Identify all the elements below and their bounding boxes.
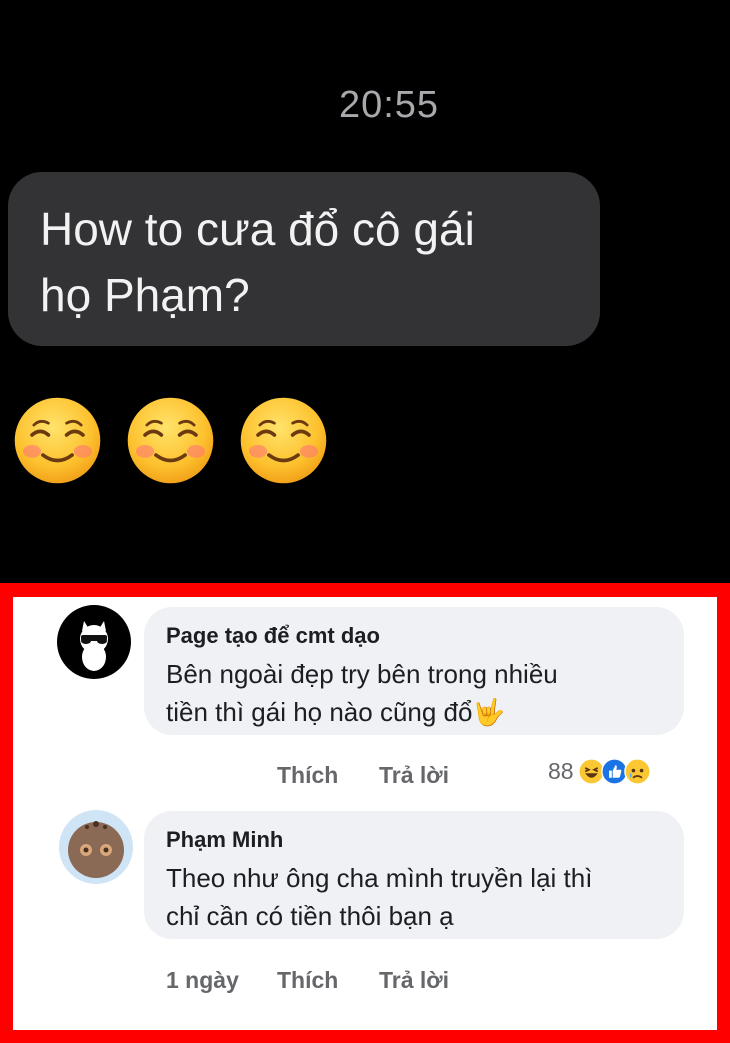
message-line-2: họ Phạm? bbox=[40, 269, 250, 321]
like-button[interactable]: Thích bbox=[277, 967, 338, 994]
comment-text-line: chỉ cần có tiền thôi bạn ạ bbox=[166, 901, 454, 931]
cartoon-face-icon bbox=[68, 821, 124, 878]
sad-icon bbox=[623, 758, 651, 785]
message-line-1: How to cưa đổ cô gái bbox=[40, 203, 475, 255]
comment-author[interactable]: Page tạo để cmt dạo bbox=[166, 621, 662, 651]
chat-screenshot: 20:55 How to cưa đổ cô gái họ Phạm? bbox=[0, 0, 730, 583]
comment-text: Bên ngoài đẹp try bên trong nhiều tiền t… bbox=[166, 655, 662, 731]
comment-bubble: Phạm Minh Theo như ông cha mình truyền l… bbox=[144, 811, 684, 939]
message-timestamp: 20:55 bbox=[338, 84, 440, 126]
smiling-face-icon bbox=[14, 397, 101, 484]
reply-button[interactable]: Trả lời bbox=[379, 967, 449, 994]
reaction-summary[interactable]: 88 bbox=[548, 758, 651, 785]
cat-sunglasses-icon bbox=[80, 621, 108, 671]
reaction-count: 88 bbox=[548, 758, 574, 784]
comment-bubble: Page tạo để cmt dạo Bên ngoài đẹp try bê… bbox=[144, 607, 684, 735]
emoji-row bbox=[12, 395, 329, 486]
reply-button[interactable]: Trả lời bbox=[379, 762, 449, 789]
comment-time[interactable]: 1 ngày bbox=[166, 967, 239, 994]
smiling-face-icon bbox=[127, 397, 214, 484]
comment-text-line: tiền thì gái họ nào cũng đổ🤟 bbox=[166, 697, 505, 727]
comment-author[interactable]: Phạm Minh bbox=[166, 825, 662, 855]
comment-text-line: Theo như ông cha mình truyền lại thì bbox=[166, 863, 593, 893]
comments-panel: Page tạo để cmt dạo Bên ngoài đẹp try bê… bbox=[0, 583, 730, 1043]
smiling-face-icon bbox=[240, 397, 327, 484]
avatar[interactable] bbox=[59, 810, 133, 884]
message-bubble: How to cưa đổ cô gái họ Phạm? bbox=[8, 172, 600, 346]
avatar[interactable] bbox=[57, 605, 131, 679]
comment-text-line: Bên ngoài đẹp try bên trong nhiều bbox=[166, 659, 558, 689]
like-button[interactable]: Thích bbox=[277, 762, 338, 789]
comment-text: Theo như ông cha mình truyền lại thì chỉ… bbox=[166, 859, 662, 935]
